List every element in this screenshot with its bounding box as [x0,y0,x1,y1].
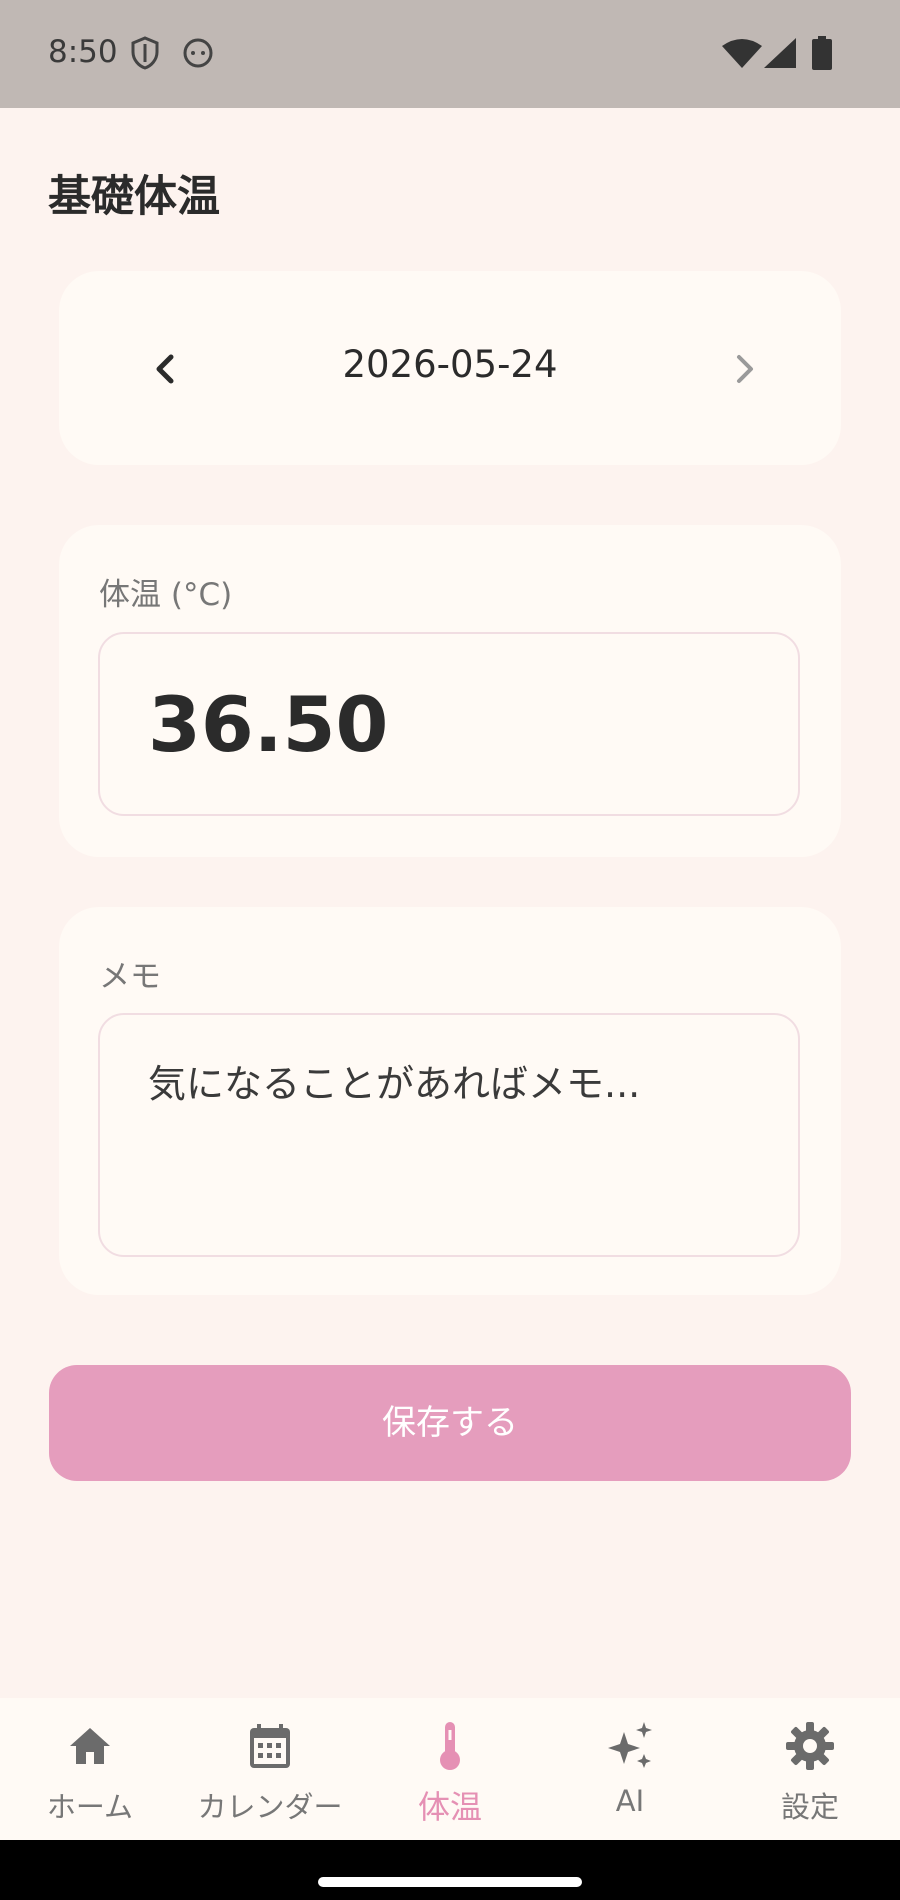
nav-label-calendar: カレンダー [197,1790,343,1824]
calendar-icon [250,1724,290,1768]
battery-icon [812,36,832,74]
nav-label-settings: 設定 [780,1790,839,1824]
memo-card: メモ 気になることがあればメモ... [59,907,841,1295]
home-indicator[interactable] [318,1877,582,1887]
temperature-label: 体温 (°C) [99,577,233,613]
status-bar: 8:50 [0,0,900,108]
bottom-navigation: ホーム カレンダー 体温 AI 設定 [0,1698,900,1840]
status-time: 8:50 [48,34,118,70]
date-selector-card: 2026-05-24 [59,271,841,465]
page-title: 基礎体温 [48,172,220,222]
temperature-card: 体温 (°C) 36.50 [59,525,841,857]
memo-label: メモ [99,959,161,995]
sparkle-icon [608,1722,652,1768]
cat-face-icon [182,36,214,72]
nav-item-settings[interactable]: 設定 [720,1698,900,1840]
gear-icon [786,1722,834,1770]
system-navigation-bar [0,1840,900,1900]
next-date-button[interactable] [715,341,771,397]
signal-icon [764,38,796,72]
wifi-icon [722,38,762,72]
home-icon [70,1728,110,1764]
nav-label-ai: AI [615,1784,645,1818]
temperature-input[interactable]: 36.50 [98,632,800,816]
nav-label-home: ホーム [46,1790,134,1824]
shield-icon [130,36,160,74]
save-button[interactable]: 保存する [49,1365,851,1481]
chevron-right-icon [737,355,753,383]
nav-item-temperature[interactable]: 体温 [360,1698,540,1840]
memo-input[interactable]: 気になることがあればメモ... [98,1013,800,1257]
nav-item-ai[interactable]: AI [540,1698,720,1840]
nav-item-home[interactable]: ホーム [0,1698,180,1840]
nav-label-temperature: 体温 [417,1788,482,1826]
nav-item-calendar[interactable]: カレンダー [180,1698,360,1840]
thermometer-icon [440,1722,460,1770]
